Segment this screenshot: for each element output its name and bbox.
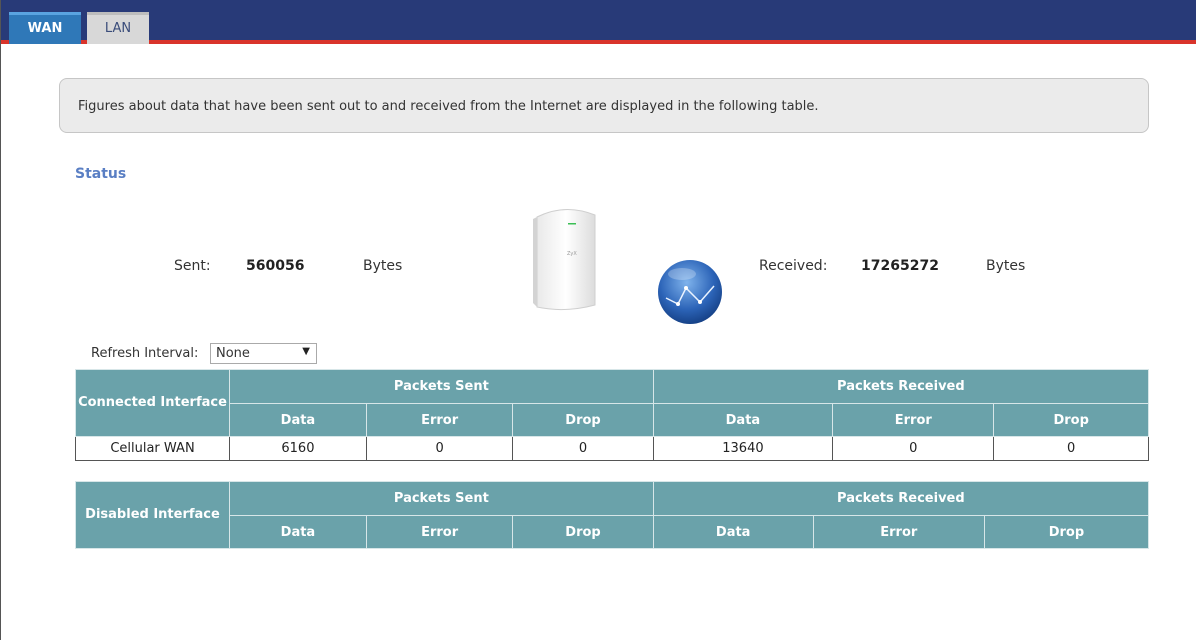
sent-data-cell: 6160 [229, 436, 367, 461]
sent-drop-header: Drop [512, 515, 654, 549]
status-title: Status [75, 166, 127, 182]
tab-bar: WAN LAN [1, 0, 1196, 44]
sent-drop-cell: 0 [512, 436, 654, 461]
sent-data-header: Data [229, 515, 367, 549]
refresh-interval-label: Refresh Interval: [91, 346, 199, 361]
received-drop-header: Drop [993, 403, 1149, 437]
table-subheader-row: Data Error Drop Data Error Drop [76, 403, 1149, 437]
packets-sent-header: Packets Sent [229, 481, 654, 516]
received-error-header: Error [812, 515, 985, 549]
table-row: Cellular WAN 6160 0 0 13640 0 0 [75, 436, 1149, 461]
sent-label: Sent: [174, 258, 211, 274]
dropdown-arrow-icon: ▼ [302, 346, 310, 357]
page-frame: WAN LAN Figures about data that have bee… [0, 0, 1196, 640]
received-error-header: Error [832, 403, 995, 437]
sent-error-header: Error [365, 403, 514, 437]
received-label: Received: [759, 258, 828, 274]
info-box: Figures about data that have been sent o… [59, 78, 1149, 133]
connected-interface-table: Connected Interface Packets Sent Packets… [75, 369, 1150, 461]
sent-value: 560056 [246, 258, 305, 274]
received-error-cell: 0 [832, 436, 995, 461]
sent-data-header: Data [229, 403, 367, 437]
table-header-row: Connected Interface Packets Sent Packets… [75, 369, 1150, 437]
svg-text:ZyX: ZyX [567, 251, 577, 257]
received-unit: Bytes [986, 258, 1026, 274]
sent-unit: Bytes [363, 258, 403, 274]
packets-received-header: Packets Received [652, 369, 1150, 404]
sent-drop-header: Drop [512, 403, 654, 437]
disabled-interface-table: Disabled Interface Packets Sent Packets … [75, 481, 1150, 549]
table-subheader-row: Data Error Drop Data Error Drop [76, 515, 1150, 549]
packets-received-header: Packets Received [652, 481, 1150, 516]
disabled-interface-header: Disabled Interface [75, 481, 230, 549]
received-value: 17265272 [861, 258, 939, 274]
info-text: Figures about data that have been sent o… [78, 99, 819, 114]
tab-wan[interactable]: WAN [9, 12, 81, 44]
interface-name: Cellular WAN [75, 436, 230, 461]
received-drop-header: Drop [983, 515, 1150, 549]
sent-error-cell: 0 [365, 436, 514, 461]
refresh-interval-value: None [216, 346, 250, 361]
received-data-header: Data [652, 403, 834, 437]
tab-lan[interactable]: LAN [87, 12, 149, 44]
received-drop-cell: 0 [993, 436, 1149, 461]
received-data-cell: 13640 [652, 436, 834, 461]
received-data-header: Data [652, 515, 814, 549]
sent-error-header: Error [365, 515, 514, 549]
connected-interface-header: Connected Interface [75, 369, 230, 437]
internet-globe-icon [658, 260, 722, 324]
refresh-interval-select[interactable]: None ▼ [210, 343, 317, 364]
packets-sent-header: Packets Sent [229, 369, 654, 404]
router-device-icon: ZyX [533, 209, 596, 311]
table-header-row: Disabled Interface Packets Sent Packets … [75, 481, 1150, 549]
